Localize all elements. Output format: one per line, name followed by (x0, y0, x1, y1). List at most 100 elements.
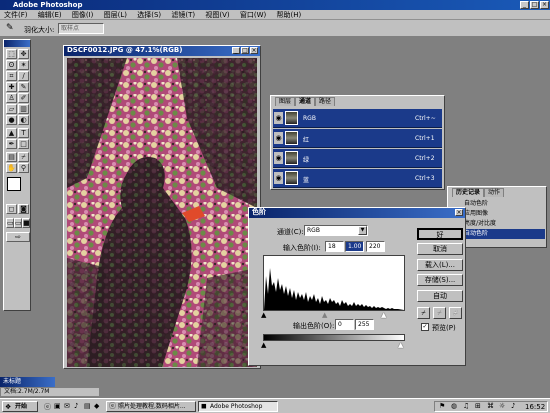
menu-filter[interactable]: 滤镜(T) (167, 10, 199, 20)
tab-channels[interactable]: 通道 (295, 97, 316, 106)
channel-row-red[interactable]: ◉ 红 Ctrl+1 (273, 129, 442, 148)
brush-tool-icon[interactable]: ✎ (18, 82, 29, 92)
menu-file[interactable]: 文件(F) (0, 10, 32, 20)
input-black-field[interactable]: 18 (325, 241, 344, 252)
doc-maximize-button[interactable]: □ (241, 47, 249, 54)
eyedropper-tool-icon[interactable]: ⌿ (18, 152, 29, 162)
zoom-tool-icon[interactable]: ⚲ (18, 163, 29, 173)
output-white-field[interactable]: 255 (355, 319, 374, 330)
white-input-slider-icon[interactable]: ▲ (381, 311, 386, 319)
output-black-field[interactable]: 0 (335, 319, 354, 330)
document-window[interactable]: DSCF0012.JPG @ 47.1%(RGB) _ □ × (63, 45, 261, 369)
eye-icon[interactable]: ◉ (274, 152, 283, 164)
move-tool-icon[interactable]: ✥ (18, 49, 29, 59)
tray-icon[interactable]: ⊞ (475, 402, 481, 410)
menu-edit[interactable]: 编辑(E) (34, 10, 66, 20)
quicklaunch-app-icon[interactable]: ◆ (94, 402, 99, 410)
minimized-window[interactable]: 未标题 (0, 377, 55, 387)
cancel-button[interactable]: 取消 (417, 243, 463, 255)
path-select-tool-icon[interactable]: ▲ (6, 128, 17, 138)
chevron-down-icon[interactable]: ▼ (358, 226, 367, 235)
magic-wand-tool-icon[interactable]: ✶ (18, 60, 29, 70)
dodge-tool-icon[interactable]: ◐ (18, 115, 29, 125)
start-button[interactable]: ❖ 开始 (2, 401, 38, 412)
eye-icon[interactable]: ◉ (274, 112, 283, 124)
gradient-tool-icon[interactable]: ▥ (18, 104, 29, 114)
eye-icon[interactable]: ◉ (274, 132, 283, 144)
taskbar-item-photoshop[interactable]: ◼ Adobe Photoshop (198, 401, 278, 412)
jump-to-imageready-icon[interactable]: ⇨ (6, 232, 30, 242)
tray-icon[interactable]: ☼ (499, 402, 505, 410)
hand-tool-icon[interactable]: ✋ (6, 163, 17, 173)
tab-layers[interactable]: 图层 (275, 97, 296, 106)
blur-tool-icon[interactable]: ● (6, 115, 17, 125)
maximize-button[interactable]: □ (530, 1, 539, 9)
black-eyedropper-icon[interactable]: ⌿ (417, 307, 430, 319)
menu-layer[interactable]: 图层(L) (100, 10, 131, 20)
sample-size-select[interactable]: 取样点 (58, 23, 104, 34)
gamma-input-slider-icon[interactable]: ▲ (322, 311, 327, 319)
tab-paths[interactable]: 路径 (315, 97, 336, 106)
close-button[interactable]: × (540, 1, 549, 9)
quickmask-mode-icon[interactable]: ◙ (18, 204, 29, 214)
crop-tool-icon[interactable]: ⌗ (6, 71, 17, 81)
taskbar-item-browser[interactable]: ⓔ 照片处理教程,数码相片... (106, 401, 196, 412)
white-output-slider-icon[interactable]: ▲ (398, 341, 403, 349)
channel-row-green[interactable]: ◉ 绿 Ctrl+2 (273, 149, 442, 168)
pen-tool-icon[interactable]: ✒ (6, 139, 17, 149)
tab-history[interactable]: 历史记录 (452, 188, 485, 197)
slice-tool-icon[interactable]: / (18, 71, 29, 81)
menu-help[interactable]: 帮助(H) (272, 10, 305, 20)
quicklaunch-media-icon[interactable]: ♪ (74, 402, 78, 410)
foreground-color-swatch[interactable] (7, 177, 21, 191)
white-eyedropper-icon[interactable]: ⌿ (449, 307, 462, 319)
gray-eyedropper-icon[interactable]: ⌿ (433, 307, 446, 319)
menu-image[interactable]: 图像(I) (68, 10, 98, 20)
black-output-slider-icon[interactable]: ▲ (261, 341, 266, 349)
levels-titlebar[interactable]: 色阶 (249, 208, 465, 218)
menu-select[interactable]: 选择(S) (133, 10, 165, 20)
standard-mode-icon[interactable]: ◻ (6, 204, 17, 214)
tab-actions[interactable]: 动作 (484, 188, 505, 197)
input-white-field[interactable]: 220 (366, 241, 385, 252)
input-gamma-field[interactable]: 1.00 (345, 241, 364, 252)
channel-select[interactable]: RGB ▼ (304, 225, 368, 236)
quicklaunch-desktop-icon[interactable]: ▣ (54, 402, 61, 410)
eraser-tool-icon[interactable]: ▱ (6, 104, 17, 114)
notes-tool-icon[interactable]: ▤ (6, 152, 17, 162)
ok-button[interactable]: 好 (417, 228, 463, 240)
tray-icon[interactable]: ⌘ (487, 402, 494, 410)
menu-window[interactable]: 窗口(W) (236, 10, 270, 20)
channel-row-rgb[interactable]: ◉ RGB Ctrl+~ (273, 109, 442, 128)
marquee-tool-icon[interactable]: ⬚ (6, 49, 17, 59)
screen-mode-standard-icon[interactable]: ▭ (6, 218, 14, 228)
screen-mode-full-icon[interactable]: ■ (22, 218, 30, 228)
menu-view[interactable]: 视图(V) (201, 10, 233, 20)
healing-tool-icon[interactable]: ✚ (6, 82, 17, 92)
save-button[interactable]: 存储(S)... (417, 274, 463, 286)
type-tool-icon[interactable]: T (18, 128, 29, 138)
eye-icon[interactable]: ◉ (274, 172, 283, 184)
quicklaunch-folder-icon[interactable]: ▤ (84, 402, 91, 410)
doc-minimize-button[interactable]: _ (232, 47, 240, 54)
photo-canvas[interactable] (67, 58, 257, 367)
quicklaunch-ie-icon[interactable]: ⓔ (44, 402, 51, 412)
shape-tool-icon[interactable]: □ (18, 139, 29, 149)
levels-close-button[interactable]: × (455, 209, 463, 216)
screen-mode-menu-icon[interactable]: ▭ (14, 218, 22, 228)
lasso-tool-icon[interactable]: ʘ (6, 60, 17, 70)
document-titlebar[interactable]: DSCF0012.JPG @ 47.1%(RGB) (64, 46, 260, 56)
stamp-tool-icon[interactable]: ♙ (6, 93, 17, 103)
tray-icon[interactable]: ◍ (451, 402, 457, 410)
doc-close-button[interactable]: × (250, 47, 258, 54)
minimize-button[interactable]: _ (520, 1, 529, 9)
tray-icon[interactable]: ⚑ (439, 402, 445, 410)
volume-icon[interactable]: ♪ (511, 402, 515, 410)
tray-icon[interactable]: ♫ (463, 402, 469, 410)
clock[interactable]: 16:52 (525, 403, 545, 411)
channel-row-blue[interactable]: ◉ 蓝 Ctrl+3 (273, 169, 442, 188)
history-brush-tool-icon[interactable]: ✐ (18, 93, 29, 103)
quicklaunch-outlook-icon[interactable]: ✉ (64, 402, 70, 410)
black-input-slider-icon[interactable]: ▲ (261, 311, 266, 319)
load-button[interactable]: 载入(L)... (417, 259, 463, 271)
